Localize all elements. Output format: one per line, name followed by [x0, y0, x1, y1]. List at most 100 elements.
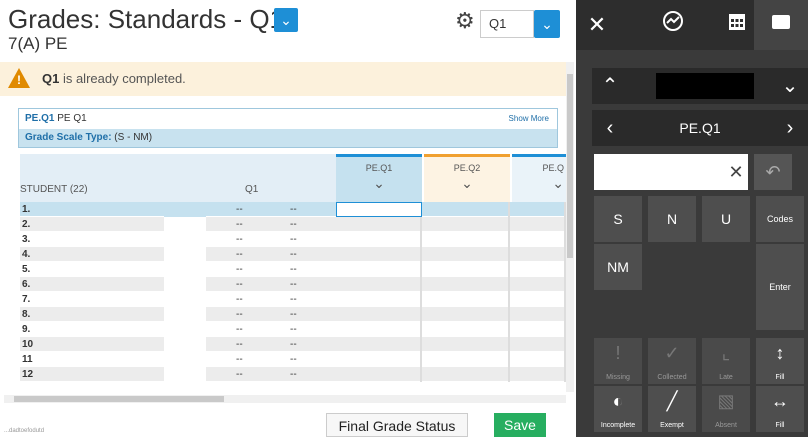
table-row[interactable]: 1. -- --	[20, 202, 566, 217]
term-select[interactable]: Q1	[480, 10, 534, 38]
grade-cell[interactable]	[424, 262, 510, 277]
key-n[interactable]: N	[648, 196, 696, 242]
grade-cell[interactable]	[512, 352, 566, 367]
grade-cell[interactable]	[336, 217, 422, 232]
key-nm[interactable]: NM	[594, 244, 642, 290]
grade-cell[interactable]	[512, 232, 566, 247]
table-row[interactable]: 10 -- --	[20, 337, 566, 352]
table-row[interactable]: 12 -- --	[20, 367, 566, 382]
chevron-left-icon[interactable]: ‹	[592, 110, 628, 146]
key-enter[interactable]: Enter	[756, 244, 804, 330]
grade-cell[interactable]	[336, 337, 422, 352]
close-icon[interactable]: ✕	[582, 10, 612, 40]
grade-cell[interactable]	[424, 352, 510, 367]
vertical-scrollbar[interactable]	[566, 62, 574, 392]
grade-cell[interactable]	[512, 217, 566, 232]
student-name-cell[interactable]	[164, 337, 206, 352]
grade-cell[interactable]	[424, 202, 510, 217]
trend-chart-icon[interactable]	[658, 10, 688, 40]
gear-icon[interactable]: ⚙	[455, 8, 475, 34]
table-row[interactable]: 2. -- --	[20, 217, 566, 232]
student-name-cell[interactable]	[164, 217, 206, 232]
flag-late-button[interactable]: ⌞ Late	[702, 338, 750, 384]
grade-cell[interactable]	[424, 277, 510, 292]
flag-missing-button[interactable]: ! Missing	[594, 338, 642, 384]
grade-cell[interactable]	[336, 232, 422, 247]
student-name-cell[interactable]	[164, 307, 206, 322]
undo-icon[interactable]: ↶	[754, 154, 792, 190]
table-row[interactable]: 7. -- --	[20, 292, 566, 307]
table-row[interactable]: 4. -- --	[20, 247, 566, 262]
key-u[interactable]: U	[702, 196, 750, 242]
grade-cell[interactable]	[512, 337, 566, 352]
grade-cell[interactable]	[424, 292, 510, 307]
table-row[interactable]: 9. -- --	[20, 322, 566, 337]
show-more-link[interactable]: Show More	[509, 114, 549, 123]
flag-absent-button[interactable]: ▧ Absent	[702, 386, 750, 432]
term-value-cell: --	[236, 234, 243, 245]
chevron-up-icon[interactable]: ⌃	[592, 68, 628, 104]
grade-cell[interactable]	[512, 292, 566, 307]
student-name-cell[interactable]	[164, 247, 206, 262]
grade-cell[interactable]	[512, 247, 566, 262]
grade-cell[interactable]	[336, 367, 422, 382]
table-row[interactable]: 11 -- --	[20, 352, 566, 367]
comment-tab[interactable]	[754, 0, 808, 50]
grade-cell[interactable]	[424, 307, 510, 322]
grade-cell[interactable]	[424, 337, 510, 352]
table-row[interactable]: 8. -- --	[20, 307, 566, 322]
grade-cell[interactable]	[424, 367, 510, 382]
clear-icon[interactable]: ✕	[726, 154, 746, 190]
key-codes[interactable]: Codes	[756, 196, 804, 242]
student-name-cell[interactable]	[164, 262, 206, 277]
student-name-cell[interactable]	[164, 232, 206, 247]
table-row[interactable]: 5. -- --	[20, 262, 566, 277]
grade-cell[interactable]	[336, 202, 422, 217]
flag-collected-button[interactable]: ✓ Collected	[648, 338, 696, 384]
student-name-cell[interactable]	[164, 352, 206, 367]
grade-cell[interactable]	[512, 277, 566, 292]
score-entry-field[interactable]: ✕	[594, 154, 748, 190]
calculator-grid-icon[interactable]	[722, 10, 752, 40]
student-name-cell[interactable]	[164, 202, 206, 217]
grade-cell[interactable]	[336, 247, 422, 262]
chevron-down-icon[interactable]: ⌄	[772, 68, 808, 104]
grade-cell[interactable]	[336, 352, 422, 367]
student-name-cell[interactable]	[164, 322, 206, 337]
horizontal-scrollbar[interactable]	[4, 395, 566, 403]
flag-incomplete-button[interactable]: ◐ Incomplete	[594, 386, 642, 432]
grade-cell[interactable]	[336, 307, 422, 322]
final-grade-status-button[interactable]: Final Grade Status	[326, 413, 468, 437]
fill-across-button[interactable]: ↔ Fill	[756, 386, 804, 432]
title-dropdown-button[interactable]: ⌄	[274, 8, 298, 32]
grade-cell[interactable]	[424, 247, 510, 262]
grade-cell[interactable]	[336, 262, 422, 277]
table-row[interactable]: 3. -- --	[20, 232, 566, 247]
grade-cell[interactable]	[424, 322, 510, 337]
student-name-cell[interactable]	[164, 277, 206, 292]
column-pe-q1[interactable]: PE.Q1 ⌄	[336, 154, 422, 202]
student-name-cell[interactable]	[164, 367, 206, 382]
flag-exempt-button[interactable]: ╱ Exempt	[648, 386, 696, 432]
chevron-right-icon[interactable]: ›	[772, 110, 808, 146]
grade-cell[interactable]	[512, 262, 566, 277]
key-s[interactable]: S	[594, 196, 642, 242]
fill-down-button[interactable]: ↕ Fill	[756, 338, 804, 384]
student-count-header[interactable]: STUDENT (22)	[20, 184, 88, 195]
column-pe-q3[interactable]: PE.Q ⌄	[512, 154, 566, 202]
column-pe-q2[interactable]: PE.Q2 ⌄	[424, 154, 510, 202]
grade-cell[interactable]	[424, 232, 510, 247]
term-dropdown-button[interactable]: ⌄	[534, 10, 560, 38]
grade-cell[interactable]	[512, 367, 566, 382]
student-name-cell[interactable]	[164, 292, 206, 307]
grade-cell[interactable]	[336, 277, 422, 292]
warning-icon: !	[8, 68, 30, 88]
save-button[interactable]: Save	[494, 413, 546, 437]
grade-cell[interactable]	[336, 322, 422, 337]
grade-cell[interactable]	[512, 202, 566, 217]
table-row[interactable]: 6. -- --	[20, 277, 566, 292]
grade-cell[interactable]	[512, 307, 566, 322]
grade-cell[interactable]	[512, 322, 566, 337]
grade-cell[interactable]	[336, 292, 422, 307]
grade-cell[interactable]	[424, 217, 510, 232]
